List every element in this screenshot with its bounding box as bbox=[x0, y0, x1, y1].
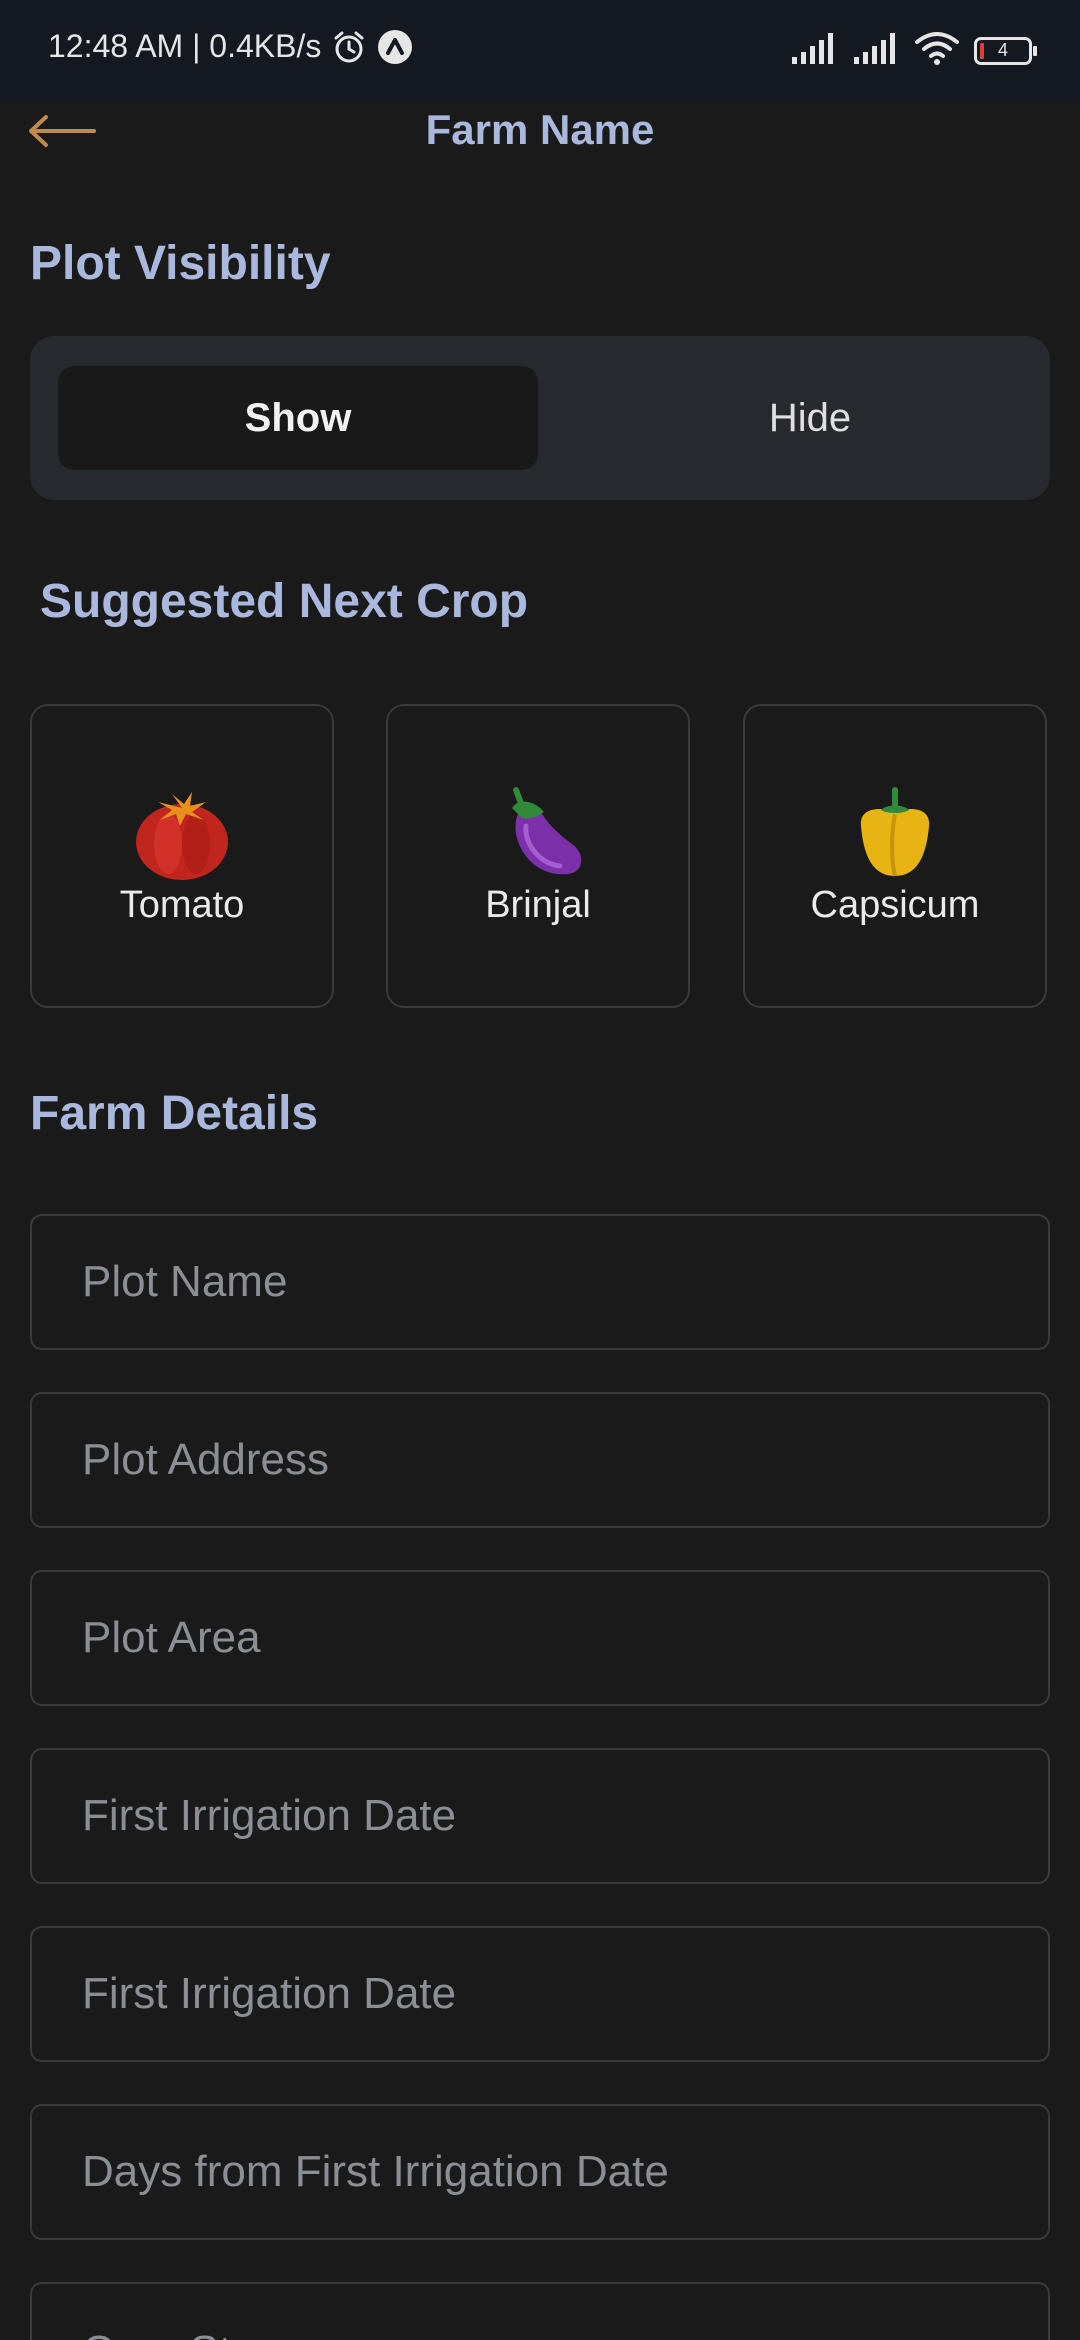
app-header: Farm Name bbox=[0, 100, 1080, 164]
wifi-icon bbox=[914, 30, 960, 71]
alarm-icon bbox=[331, 29, 367, 65]
eggplant-icon bbox=[388, 786, 688, 882]
crop-stage-field[interactable] bbox=[30, 2282, 1050, 2340]
signal-icon bbox=[790, 31, 838, 70]
hide-option[interactable]: Hide bbox=[570, 366, 1050, 470]
crop-label: Capsicum bbox=[810, 884, 980, 926]
plot-area-input[interactable] bbox=[32, 1572, 1048, 1704]
crop-label: Tomato bbox=[119, 884, 245, 926]
page-title: Farm Name bbox=[425, 106, 655, 153]
suggested-crop-title: Suggested Next Crop bbox=[40, 575, 529, 628]
days-from-first-irrigation-field[interactable] bbox=[30, 2104, 1050, 2240]
crop-stage-input[interactable] bbox=[32, 2284, 1048, 2340]
first-irrigation-date-field-2[interactable] bbox=[30, 1926, 1050, 2062]
signal-icon bbox=[852, 31, 900, 70]
plot-name-input[interactable] bbox=[32, 1216, 1048, 1348]
plot-area-field[interactable] bbox=[30, 1570, 1050, 1706]
first-irrigation-date-input[interactable] bbox=[32, 1750, 1048, 1882]
first-irrigation-date-input-2[interactable] bbox=[32, 1928, 1048, 2060]
crop-card-tomato[interactable]: Tomato bbox=[30, 704, 334, 1008]
show-option[interactable]: Show bbox=[58, 366, 538, 470]
plot-address-input[interactable] bbox=[32, 1394, 1048, 1526]
status-right: 4 bbox=[790, 30, 1037, 71]
plot-address-field[interactable] bbox=[30, 1392, 1050, 1528]
plot-visibility-title: Plot Visibility bbox=[30, 237, 331, 290]
tomato-icon bbox=[32, 786, 332, 882]
status-time-speed: 12:48 AM | 0.4KB/s bbox=[48, 28, 322, 64]
battery-level: 4 bbox=[997, 40, 1008, 60]
farm-details-title: Farm Details bbox=[30, 1087, 319, 1140]
first-irrigation-date-field[interactable] bbox=[30, 1748, 1050, 1884]
status-left: 12:48 AM | 0.4KB/s bbox=[48, 28, 413, 65]
crop-card-brinjal[interactable]: Brinjal bbox=[386, 704, 690, 1008]
crop-card-capsicum[interactable]: Capsicum bbox=[743, 704, 1047, 1008]
days-from-first-irrigation-input[interactable] bbox=[32, 2106, 1048, 2238]
app-notification-icon bbox=[377, 29, 413, 65]
crop-label: Brinjal bbox=[485, 884, 591, 926]
status-bar: 12:48 AM | 0.4KB/s 4 bbox=[0, 0, 1080, 100]
battery-icon: 4 bbox=[974, 36, 1037, 65]
bell-pepper-icon bbox=[745, 786, 1045, 882]
plot-name-field[interactable] bbox=[30, 1214, 1050, 1350]
visibility-toggle: Show Hide bbox=[30, 336, 1050, 500]
